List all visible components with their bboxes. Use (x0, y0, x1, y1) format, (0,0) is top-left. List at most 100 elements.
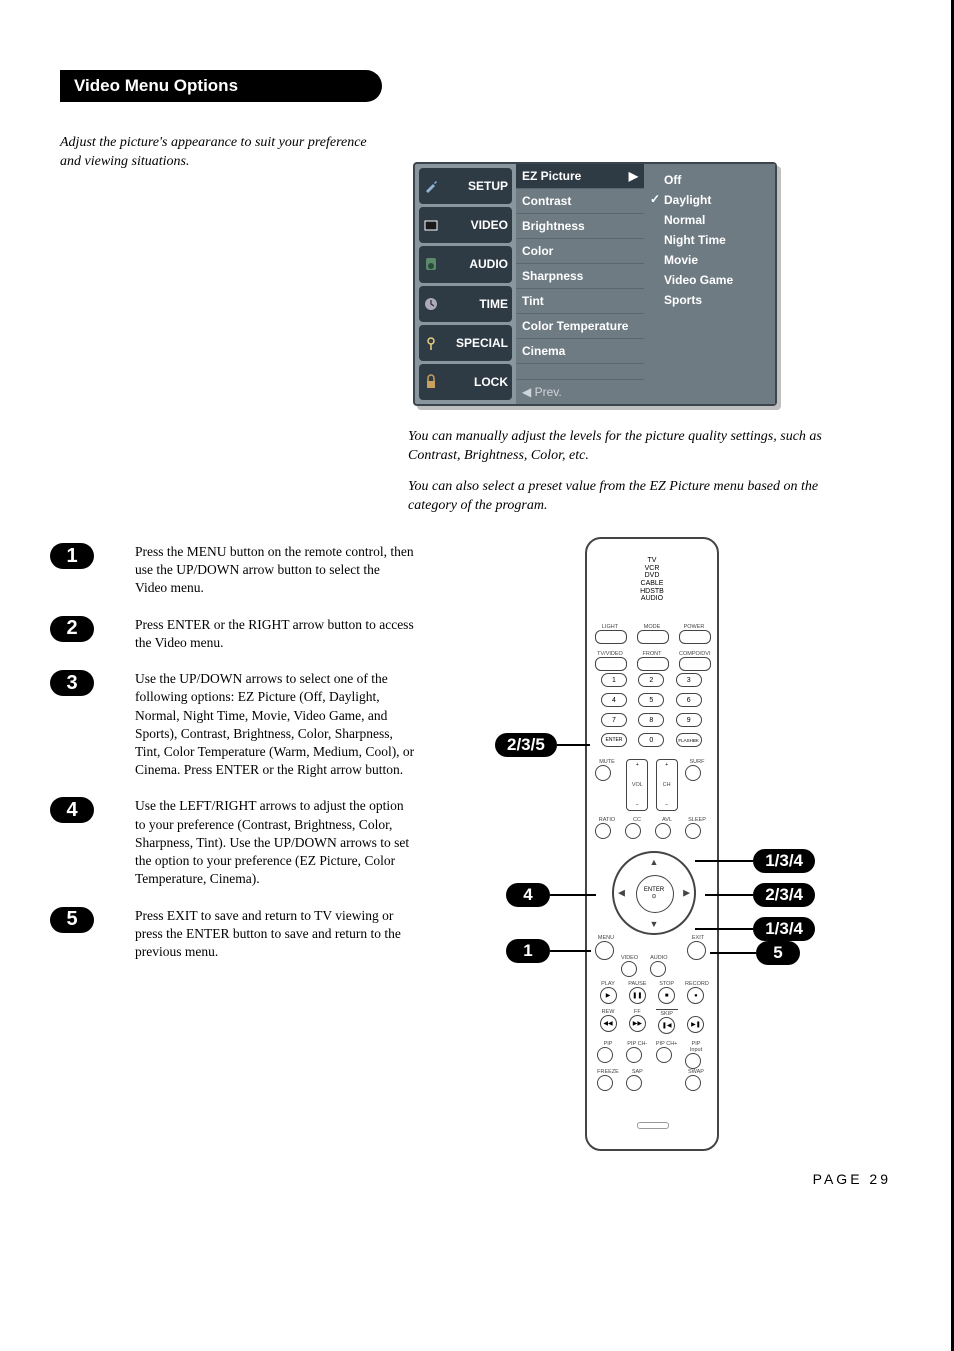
osd-item-label: Sharpness (522, 269, 583, 283)
button-label: COMPO/DVI (679, 651, 709, 657)
step-row: 1 Press the MENU button on the remote co… (50, 543, 450, 598)
vol-rocker: +VOL− (626, 759, 648, 811)
section-title: Video Menu Options (60, 70, 382, 102)
button-label: PIP CH+ (656, 1041, 678, 1047)
num-1-button: 1 (601, 673, 627, 687)
osd-item-colortemp: Color Temperature (516, 314, 644, 339)
special-icon (423, 335, 439, 351)
num-0-button: 0 (638, 733, 664, 747)
button-label: VIDEO (621, 955, 638, 961)
pipchplus-button (656, 1047, 672, 1063)
power-button (679, 630, 711, 644)
num-2-button: 2 (638, 673, 664, 687)
osd-options: Off Daylight Normal Night Time Movie Vid… (644, 164, 775, 404)
step-row: 2 Press ENTER or the RIGHT arrow button … (50, 616, 450, 652)
osd-item-label: Cinema (522, 344, 565, 358)
record-button: ● (687, 987, 704, 1004)
osd-tab-label: SPECIAL (456, 336, 508, 350)
skip-fwd-button: ▶❚ (687, 1016, 704, 1033)
osd-option-sports: Sports (650, 290, 769, 310)
pipchminus-button (626, 1047, 642, 1063)
button-label: SURF (685, 759, 709, 765)
num-9-button: 9 (676, 713, 702, 727)
osd-item-label: Color Temperature (522, 319, 628, 333)
osd-option-movie: Movie (650, 250, 769, 270)
osd-tab-setup: SETUP (419, 168, 512, 204)
arrow-left-icon: ◀ (618, 888, 625, 899)
sap-button (626, 1075, 642, 1091)
button-label: SLEEP (685, 817, 709, 823)
button-label: SAP (626, 1069, 648, 1075)
osd-tab-label: AUDIO (469, 257, 508, 271)
av-row: VIDEO AUDIO (621, 955, 668, 977)
osd-prev: ◀ Prev. (516, 379, 644, 404)
button-label: MUTE (595, 759, 619, 765)
stop-button: ■ (658, 987, 675, 1004)
osd-item-cinema: Cinema (516, 339, 644, 364)
step-row: 5 Press EXIT to save and return to TV vi… (50, 907, 450, 962)
ratio-button (595, 823, 611, 839)
button-label: PLAY (597, 981, 619, 987)
manual-page: Video Menu Options Adjust the picture's … (0, 0, 954, 1351)
light-button (595, 630, 627, 644)
button-label: AVL (655, 817, 679, 823)
button-label: FF (626, 1009, 648, 1015)
rew-button: ◀◀ (600, 1015, 617, 1032)
mode-labels: TV VCR DVD CABLE HDSTB AUDIO (587, 557, 717, 603)
callout-134-down: 1/3/4 (695, 917, 815, 941)
transport-row-2: REW◀◀ FF▶▶ SKIP❚◀ ▶❚ (597, 1009, 707, 1034)
button-label: SWAP (685, 1069, 707, 1075)
freeze-button (597, 1075, 613, 1091)
callout-4: 4 (506, 883, 596, 907)
callout-5: 5 (710, 941, 800, 965)
step-row: 3 Use the UP/DOWN arrows to select one o… (50, 670, 450, 779)
callout-1: 1 (506, 939, 591, 963)
top-row: LIGHT MODE POWER (595, 624, 709, 644)
audio-icon (423, 256, 439, 272)
osd-item-label: Brightness (522, 219, 585, 233)
button-label: PIP CH- (626, 1041, 648, 1047)
step-number-badge: 1 (50, 543, 94, 569)
osd-item-label: Color (522, 244, 553, 258)
callout-badge: 2/3/4 (753, 883, 815, 907)
step-number-badge: 5 (50, 907, 94, 933)
enter-num-button: ENTER (601, 733, 627, 747)
osd-item-contrast: Contrast (516, 189, 644, 214)
sleep-button (685, 823, 701, 839)
osd-tab-label: TIME (479, 297, 508, 311)
step-text: Press the MENU button on the remote cont… (135, 543, 415, 598)
remote-body: TV VCR DVD CABLE HDSTB AUDIO LIGHT MODE … (585, 537, 719, 1151)
enter-label: ENTER ⊙ (614, 887, 694, 900)
osd-option-nighttime: Night Time (650, 230, 769, 250)
pip-button (597, 1047, 613, 1063)
osd-menu-screenshot: SETUP VIDEO AUDIO TIME (413, 162, 777, 406)
step-number-badge: 4 (50, 797, 94, 823)
arrow-down-icon: ▼ (650, 919, 659, 929)
callout-badge: 4 (506, 883, 550, 907)
num-5-button: 5 (638, 693, 664, 707)
button-label: SKIP (656, 1009, 678, 1017)
osd-tab-label: LOCK (474, 375, 508, 389)
remote-diagram: TV VCR DVD CABLE HDSTB AUDIO LIGHT MODE … (510, 537, 850, 1162)
button-label: CC (625, 817, 649, 823)
osd-tab-label: SETUP (468, 179, 508, 193)
button-label: MENU (595, 935, 617, 941)
osd-item-label: Contrast (522, 194, 571, 208)
num-6-button: 6 (676, 693, 702, 707)
button-label: TV/VIDEO (595, 651, 625, 657)
button-label: FREEZE (597, 1069, 619, 1075)
numpad: 1 2 3 4 5 6 7 8 9 ENTER 0 FLASHBK (601, 673, 703, 747)
avl-button (655, 823, 671, 839)
osd-option-videogame: Video Game (650, 270, 769, 290)
nav-ring: ENTER ⊙ ▲ ▼ ◀ ▶ (612, 851, 696, 935)
freeze-row: FREEZE SAP SWAP (597, 1069, 707, 1091)
osd-item-color: Color (516, 239, 644, 264)
callout-badge: 2/3/5 (495, 733, 557, 757)
step-text: Use the UP/DOWN arrows to select one of … (135, 670, 415, 779)
button-label: RATIO (595, 817, 619, 823)
button-label: PIP Input (685, 1041, 707, 1053)
osd-item-brightness: Brightness (516, 214, 644, 239)
callout-badge: 1/3/4 (753, 917, 815, 941)
step-text: Use the LEFT/RIGHT arrows to adjust the … (135, 797, 415, 888)
front-button (637, 657, 669, 671)
